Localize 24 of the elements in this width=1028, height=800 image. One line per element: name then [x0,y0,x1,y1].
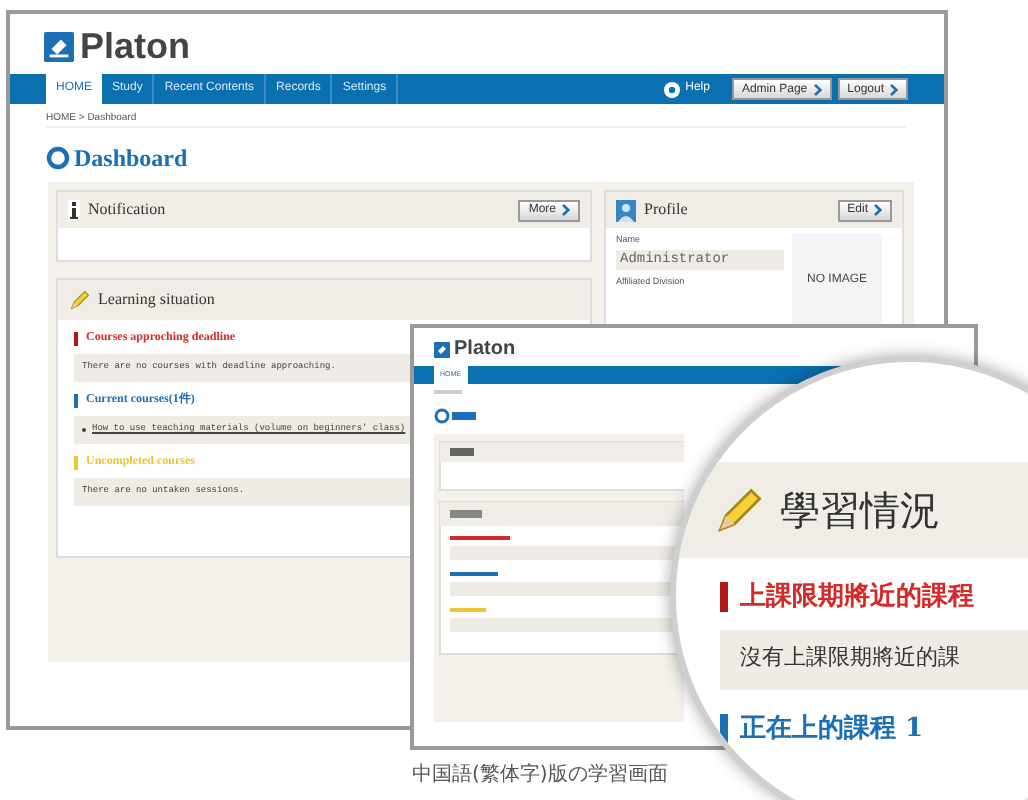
card-title: Learning situation [98,288,215,312]
section-message: 沒有上課限期將近的課 [740,642,960,675]
info-icon [68,200,80,220]
page-title: Dashboard [74,142,188,176]
help-icon[interactable] [663,81,680,97]
caption: 中国語(繁体字)版の学習画面 [412,761,668,790]
section-bar [720,582,728,613]
chevron-icon [890,83,898,95]
logo-icon [434,341,450,357]
card-title: 學習情況 [780,484,940,538]
pencil-icon [68,288,92,312]
card-title: Profile [644,198,688,222]
chevron-icon [813,83,822,95]
card-title: Notification [88,198,166,222]
avatar-icon [616,199,636,221]
logo-text: Platon [80,28,191,64]
chevron-icon [562,204,570,216]
section-bar [720,713,728,744]
ring-icon [46,146,70,170]
section-heading: 正在上的課程 1 [740,711,924,747]
logo-icon [44,31,74,61]
section-heading: 上課限期將近的課程 [740,580,974,616]
logo-text: Platon [454,339,516,359]
chevron-icon [874,204,882,216]
